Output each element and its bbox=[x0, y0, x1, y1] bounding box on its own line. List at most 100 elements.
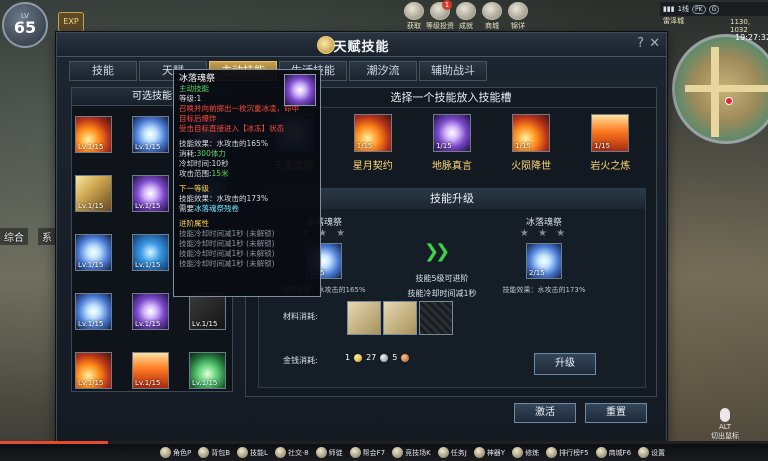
skill-level: Lv.1/15 bbox=[192, 379, 218, 387]
material-scroll-icon[interactable] bbox=[347, 301, 381, 335]
tooltip-range-label: 攻击范围: bbox=[179, 169, 212, 178]
bottom-menu-label: 修炼 bbox=[525, 448, 540, 457]
top-menu-item[interactable]: 锦详 bbox=[507, 2, 529, 31]
tooltip-range: 攻击范围:15米 bbox=[179, 169, 315, 179]
activate-button[interactable]: 激活 bbox=[514, 403, 576, 423]
bottom-menu-label: 技能L bbox=[250, 448, 268, 457]
top-menu-label: 等级投资 bbox=[426, 22, 454, 30]
bottom-menu-item[interactable]: 商城F6 bbox=[595, 447, 631, 458]
tab-tide[interactable]: 潮汐流 bbox=[349, 61, 417, 81]
tab-skills[interactable]: 技能 bbox=[69, 61, 137, 81]
skill-slot-icon[interactable]: 1/15 bbox=[512, 114, 551, 152]
bottom-menu-item[interactable]: 排行榜F5 bbox=[546, 447, 589, 458]
top-menu-label: 锦详 bbox=[511, 22, 525, 30]
skill-level: Lv.1/15 bbox=[78, 143, 104, 151]
bottom-menu-label: 背包B bbox=[211, 448, 231, 457]
skill-slot-level: 1/15 bbox=[515, 142, 531, 150]
next-skill-icon[interactable]: 2/15 bbox=[526, 243, 562, 279]
alt-hint: ALT 切出鼠标 bbox=[711, 408, 739, 441]
skill-slot-name: 火陨降世 bbox=[511, 161, 552, 172]
top-menu-item[interactable]: 商城 bbox=[481, 2, 503, 31]
tooltip-adv-4: 技能冷却时间减1秒 (未解锁) bbox=[179, 259, 275, 268]
top-menu-item[interactable]: 获取 bbox=[403, 2, 425, 31]
tooltip-range-value: 15米 bbox=[211, 169, 229, 178]
bottom-menu-item[interactable]: 修炼 bbox=[512, 447, 539, 458]
reset-button[interactable]: 重置 bbox=[585, 403, 647, 423]
skill-slot-icon[interactable]: 1/15 bbox=[591, 114, 630, 152]
material-empty-slot[interactable] bbox=[419, 301, 453, 335]
bottom-menu-item[interactable]: 设置 bbox=[638, 447, 665, 458]
pillar-icon[interactable]: Lv.1/15 bbox=[132, 352, 169, 389]
shop-icon bbox=[595, 447, 607, 458]
bottom-menu-item[interactable]: 技能L bbox=[237, 447, 268, 458]
skill-slot-name: 星月契约 bbox=[352, 161, 393, 172]
chat-tab-system[interactable]: 系 bbox=[38, 228, 56, 245]
bottom-menu-item[interactable]: 竞技场K bbox=[392, 447, 431, 458]
skill-slot[interactable]: 1/15 火陨降世 bbox=[499, 114, 563, 172]
upgrade-notes: 技能5级可进阶 技能冷却时间减1秒 bbox=[392, 271, 492, 301]
next-skill: 冰落魂祭 ★ ★ ★ 2/15 技能效果：水攻击的173% bbox=[489, 215, 599, 295]
materials-list bbox=[347, 301, 453, 335]
bottom-menu-bar: 角色P 背包B 技能L 社交·8 师徒 帮会F7 竞技场K 任务J 神器Y 修炼 排行榜F5 商城F6… bbox=[0, 444, 768, 461]
close-button[interactable]: ✕ bbox=[649, 36, 660, 51]
ice-icon[interactable]: Lv.1/15 bbox=[75, 293, 112, 330]
skill-level: Lv.1/15 bbox=[78, 320, 104, 328]
skill-slot-icon[interactable]: 1/15 bbox=[353, 114, 392, 152]
gold-label: 金钱消耗: bbox=[283, 356, 318, 365]
tab-assist-combat[interactable]: 辅助战斗 bbox=[419, 61, 487, 81]
next-skill-effect: 技能效果：水攻击的173% bbox=[502, 286, 586, 294]
guild-icon bbox=[349, 447, 361, 458]
chat-tabs: 综合 系 bbox=[0, 228, 56, 245]
top-menu-label: 获取 bbox=[407, 22, 421, 30]
skill-slot-level: 1/15 bbox=[356, 142, 373, 150]
skill-level: Lv.1/15 bbox=[135, 379, 161, 387]
window-header[interactable]: 天赋技能 ? ✕ bbox=[57, 33, 666, 57]
server-bar: ▮▮▮ 1线 PK G bbox=[660, 2, 768, 16]
wind-icon[interactable]: Lv.1/15 bbox=[75, 175, 112, 212]
material-scroll-icon[interactable] bbox=[383, 301, 417, 335]
skill-slot-icon[interactable]: 1/15 bbox=[432, 114, 471, 152]
bottom-menu-item[interactable]: 背包B bbox=[198, 447, 230, 458]
swirl-icon[interactable]: Lv.1/15 bbox=[132, 175, 169, 212]
exp-icon[interactable]: EXP bbox=[58, 12, 84, 32]
player-level-badge[interactable]: LV 65 bbox=[2, 2, 48, 48]
tooltip-desc-2: 目标后爆炸 bbox=[179, 114, 217, 123]
ice-icon[interactable]: Lv.1/15 bbox=[75, 234, 112, 271]
top-menu-item[interactable]: 成就 bbox=[455, 2, 477, 31]
bottom-menu-item[interactable]: 师徒 bbox=[315, 447, 343, 458]
alt-key: ALT bbox=[718, 423, 731, 431]
dark-icon[interactable]: Lv.1/15 bbox=[189, 293, 226, 330]
pk-tag: PK bbox=[692, 4, 706, 14]
swirl-icon[interactable]: Lv.1/15 bbox=[132, 293, 169, 330]
clock: 19:27:32 bbox=[735, 33, 768, 42]
chat-tab-general[interactable]: 综合 bbox=[0, 228, 28, 245]
skill-level: Lv.1/15 bbox=[78, 202, 104, 210]
bottom-menu-label: 师徒 bbox=[328, 448, 343, 457]
bottom-menu-item[interactable]: 帮会F7 bbox=[349, 447, 386, 458]
skill-slot[interactable]: 1/15 岩火之炼 bbox=[578, 114, 642, 172]
fire-icon[interactable]: Lv.1/15 bbox=[75, 116, 112, 153]
bottom-menu-item[interactable]: 任务J bbox=[437, 447, 467, 458]
skill-slot[interactable]: 1/15 星月契约 bbox=[341, 114, 405, 172]
train-icon bbox=[512, 447, 524, 458]
bottom-menu-label: 帮会F7 bbox=[362, 448, 386, 457]
upgrade-button[interactable]: 升级 bbox=[534, 353, 596, 375]
top-menu-item[interactable]: 1 等级投资 bbox=[426, 0, 454, 31]
bottom-menu-item[interactable]: 角色P bbox=[160, 447, 191, 458]
skill-slot[interactable]: 1/15 地脉真言 bbox=[420, 114, 484, 172]
bottom-menu-item[interactable]: 神器Y bbox=[473, 447, 505, 458]
bottom-menu-label: 设置 bbox=[651, 448, 666, 457]
g-tag: G bbox=[708, 4, 720, 14]
player-level: 65 bbox=[13, 18, 37, 38]
help-button[interactable]: ? bbox=[637, 36, 644, 51]
tooltip-next-title: 下一等级 bbox=[179, 184, 209, 193]
green-ring-icon[interactable]: Lv.1/15 bbox=[189, 352, 226, 389]
ice-icon[interactable]: Lv.1/15 bbox=[132, 116, 169, 153]
bottom-menu-item[interactable]: 社交·8 bbox=[274, 447, 309, 458]
settings-icon bbox=[638, 447, 650, 458]
detail-icon bbox=[508, 2, 528, 20]
ring-icon[interactable]: Lv.1/15 bbox=[132, 234, 169, 271]
fire-icon[interactable]: Lv.1/15 bbox=[75, 352, 112, 389]
server-name[interactable]: 1线 bbox=[678, 4, 689, 14]
upgrade-note-2: 技能冷却时间减1秒 bbox=[407, 289, 477, 298]
